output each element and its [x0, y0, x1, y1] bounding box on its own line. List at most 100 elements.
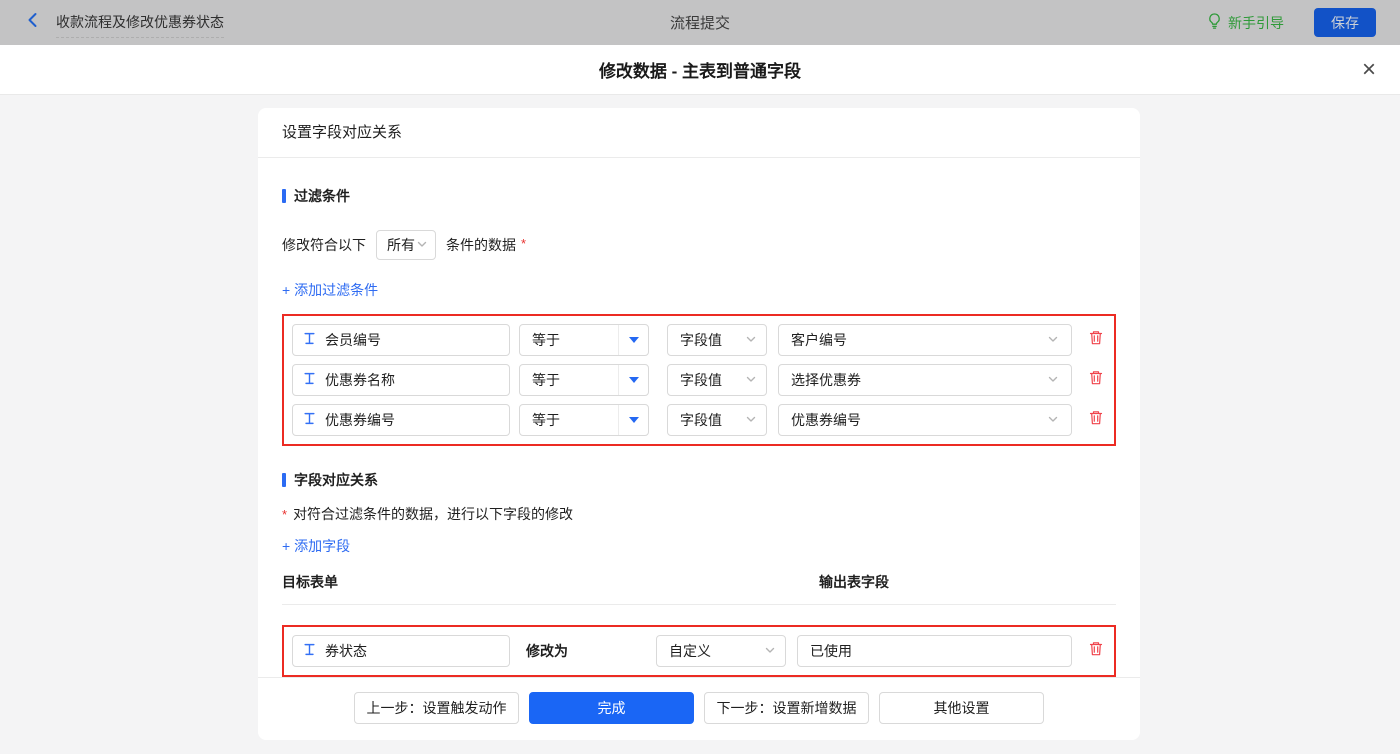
highlight-box-mapping: 券状态 修改为 自定义 已使用 [282, 625, 1116, 677]
target-field-value: 券状态 [325, 641, 367, 661]
value-select[interactable]: 选择优惠券 [778, 364, 1072, 396]
filter-section-title: 过滤条件 [282, 186, 1116, 206]
mode-select-value: 自定义 [669, 641, 711, 661]
caret-down-icon [618, 325, 648, 355]
topbar: 收款流程及修改优惠券状态 流程提交 新手引导 保存 [0, 0, 1400, 45]
value-type-select[interactable]: 字段值 [667, 404, 767, 436]
custom-value-input[interactable]: 已使用 [797, 635, 1072, 667]
caret-down-icon [618, 405, 648, 435]
value-select-value: 选择优惠券 [791, 370, 861, 390]
match-condition-line: 修改符合以下 所有 条件的数据 * [282, 230, 1116, 260]
field-value: 优惠券编号 [325, 410, 395, 430]
card-footer: 上一步：设置触发动作 完成 下一步：设置新增数据 其他设置 [258, 677, 1140, 742]
operator-select[interactable]: 等于 [519, 404, 649, 436]
modal-title: 修改数据 - 主表到普通字段 [599, 57, 801, 82]
chevron-down-icon [764, 643, 776, 659]
chevron-down-icon [1047, 412, 1059, 428]
add-field-link[interactable]: + 添加字段 [282, 536, 350, 556]
text-field-icon [303, 332, 316, 348]
settings-card: 设置字段对应关系 过滤条件 修改符合以下 所有 [258, 108, 1140, 740]
mapping-section-title: 字段对应关系 [282, 470, 1116, 490]
required-asterisk: * [521, 236, 526, 251]
lightbulb-icon [1207, 12, 1222, 33]
chevron-down-icon [1047, 372, 1059, 388]
operator-select[interactable]: 等于 [519, 364, 649, 396]
target-field-input[interactable]: 券状态 [292, 635, 510, 667]
delete-row-button[interactable] [1086, 409, 1106, 431]
save-button[interactable]: 保存 [1314, 8, 1376, 37]
chevron-down-icon [1047, 332, 1059, 348]
field-value: 优惠券名称 [325, 370, 395, 390]
text-field-icon [303, 372, 316, 388]
required-asterisk: * [282, 507, 287, 522]
filter-row: 会员编号 等于 字段值 客户编号 [292, 324, 1106, 356]
value-type-value: 字段值 [680, 410, 722, 430]
match-select[interactable]: 所有 [376, 230, 436, 260]
done-button[interactable]: 完成 [529, 692, 694, 724]
value-select[interactable]: 客户编号 [778, 324, 1072, 356]
filter-section-label: 过滤条件 [294, 186, 350, 206]
delete-row-button[interactable] [1086, 640, 1106, 662]
topbar-right: 新手引导 保存 [1207, 8, 1376, 37]
delete-row-button[interactable] [1086, 329, 1106, 351]
chevron-left-icon [24, 11, 42, 34]
chevron-down-icon [416, 237, 428, 253]
value-select-value: 客户编号 [791, 330, 847, 350]
text-field-icon [303, 643, 316, 659]
value-type-select[interactable]: 字段值 [667, 324, 767, 356]
add-filter-link[interactable]: + 添加过滤条件 [282, 280, 378, 300]
mapping-row: 券状态 修改为 自定义 已使用 [292, 635, 1106, 667]
custom-value-text: 已使用 [810, 641, 852, 661]
mapping-description: * 对符合过滤条件的数据，进行以下字段的修改 [282, 504, 1116, 524]
card-title: 设置字段对应关系 [258, 108, 1140, 158]
modal-header: 修改数据 - 主表到普通字段 × [0, 45, 1400, 95]
value-select[interactable]: 优惠券编号 [778, 404, 1072, 436]
trash-icon [1088, 329, 1104, 351]
close-icon[interactable]: × [1362, 58, 1376, 82]
mapping-description-text: 对符合过滤条件的数据，进行以下字段的修改 [293, 504, 573, 524]
value-select-value: 优惠券编号 [791, 410, 861, 430]
filter-row: 优惠券名称 等于 字段值 选择优惠券 [292, 364, 1106, 396]
value-type-select[interactable]: 字段值 [667, 364, 767, 396]
trash-icon [1088, 409, 1104, 431]
value-type-value: 字段值 [680, 370, 722, 390]
modal-body: 设置字段对应关系 过滤条件 修改符合以下 所有 [0, 95, 1400, 754]
mapping-section-label: 字段对应关系 [294, 470, 378, 490]
highlight-box-filters: 会员编号 等于 字段值 客户编号 [282, 314, 1116, 446]
operator-value: 等于 [532, 370, 560, 390]
guide-button[interactable]: 新手引导 [1207, 12, 1284, 33]
operator-value: 等于 [532, 330, 560, 350]
columns-header: 目标表单 输出表字段 [282, 572, 1116, 605]
mode-select[interactable]: 自定义 [656, 635, 786, 667]
chevron-down-icon [745, 412, 757, 428]
guide-label: 新手引导 [1228, 13, 1284, 33]
chevron-down-icon [745, 372, 757, 388]
column-header-target: 目标表单 [282, 572, 819, 592]
prev-step-button[interactable]: 上一步：设置触发动作 [354, 692, 519, 724]
next-step-button[interactable]: 下一步：设置新增数据 [704, 692, 869, 724]
edit-data-modal: 修改数据 - 主表到普通字段 × 设置字段对应关系 过滤条件 修改符合以下 所有 [0, 45, 1400, 755]
match-prefix: 修改符合以下 [282, 235, 366, 255]
card-content: 过滤条件 修改符合以下 所有 条件的数据 * + 添加过滤条件 [258, 158, 1140, 677]
modify-label: 修改为 [526, 641, 568, 661]
field-input[interactable]: 优惠券编号 [292, 404, 510, 436]
delete-row-button[interactable] [1086, 369, 1106, 391]
operator-select[interactable]: 等于 [519, 324, 649, 356]
topbar-left: 收款流程及修改优惠券状态 [24, 7, 224, 38]
value-type-value: 字段值 [680, 330, 722, 350]
section-bar-icon [282, 473, 286, 487]
match-select-value: 所有 [387, 235, 415, 255]
field-input[interactable]: 优惠券名称 [292, 364, 510, 396]
filter-row: 优惠券编号 等于 字段值 优惠券编号 [292, 404, 1106, 436]
section-bar-icon [282, 189, 286, 203]
screen: 收款流程及修改优惠券状态 流程提交 新手引导 保存 修改数据 - 主表到普通字段… [0, 0, 1400, 755]
caret-down-icon [618, 365, 648, 395]
flow-title[interactable]: 收款流程及修改优惠券状态 [56, 12, 224, 38]
back-button[interactable] [24, 11, 42, 34]
trash-icon [1088, 369, 1104, 391]
other-settings-button[interactable]: 其他设置 [879, 692, 1044, 724]
chevron-down-icon [745, 332, 757, 348]
match-suffix: 条件的数据 [446, 235, 516, 255]
column-header-output: 输出表字段 [819, 572, 889, 592]
field-input[interactable]: 会员编号 [292, 324, 510, 356]
